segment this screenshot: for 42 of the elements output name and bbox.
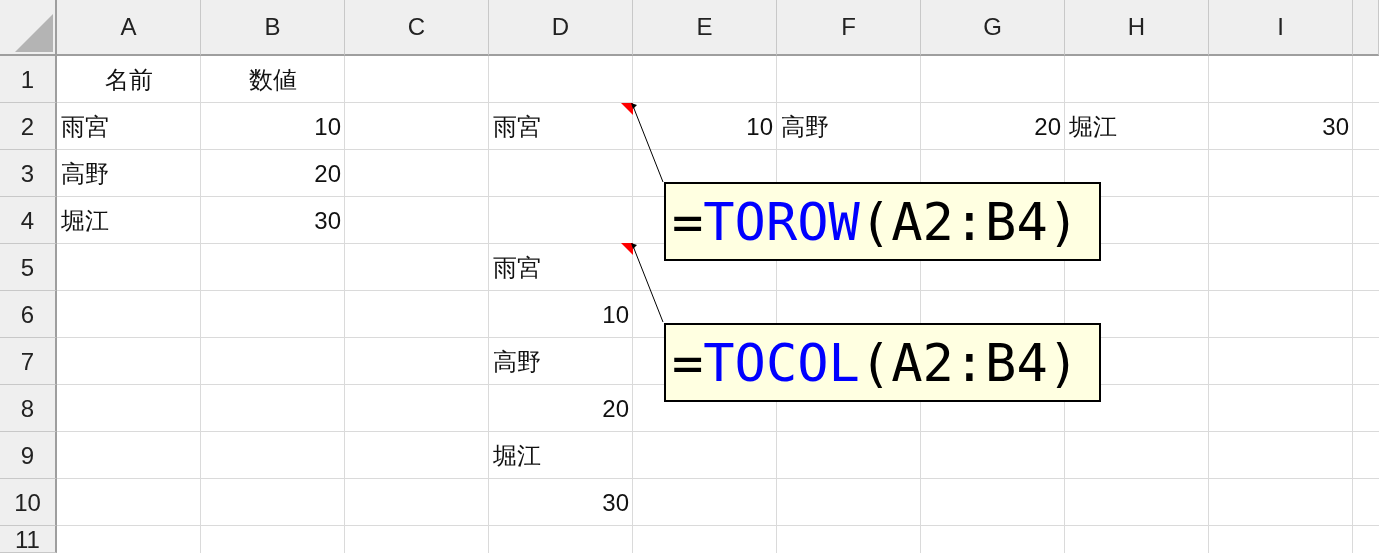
cell-text: 20 <box>314 159 341 188</box>
row-header[interactable]: 5 <box>0 244 57 291</box>
cell-text: 10 <box>602 300 629 329</box>
cell-text: 30 <box>602 488 629 517</box>
cell-text: 30 <box>1322 112 1349 141</box>
row-header[interactable]: 6 <box>0 291 57 338</box>
column-header[interactable]: H <box>1065 0 1209 56</box>
row-header[interactable]: 11 <box>0 526 57 553</box>
cell-text: 高野 <box>61 158 109 189</box>
row-header[interactable]: 9 <box>0 432 57 479</box>
row-header[interactable]: 1 <box>0 56 57 103</box>
column-header[interactable]: B <box>201 0 345 56</box>
cell-text: 堀江 <box>1069 111 1117 142</box>
row-header[interactable]: 8 <box>0 385 57 432</box>
column-header[interactable]: E <box>633 0 777 56</box>
cell-text: 10 <box>314 112 341 141</box>
formula-text: =TOROW(A2:B4) <box>672 191 1079 252</box>
cell-text: 30 <box>314 206 341 235</box>
cell-text: 雨宮 <box>61 111 109 142</box>
row-header[interactable]: 3 <box>0 150 57 197</box>
formula-text: =TOCOL(A2:B4) <box>672 332 1079 393</box>
row-header[interactable]: 4 <box>0 197 57 244</box>
row-header[interactable]: 7 <box>0 338 57 385</box>
cell-text: 高野 <box>493 346 541 377</box>
cell-text: 雨宮 <box>493 252 541 283</box>
cell-text: 数値 <box>249 64 297 95</box>
column-header[interactable]: I <box>1209 0 1353 56</box>
cell-text: 20 <box>1034 112 1061 141</box>
column-header[interactable]: D <box>489 0 633 56</box>
cell-text: 高野 <box>781 111 829 142</box>
cell-text: 雨宮 <box>493 111 541 142</box>
column-header[interactable]: G <box>921 0 1065 56</box>
cell-text: 10 <box>746 112 773 141</box>
cell-text: 堀江 <box>61 205 109 236</box>
column-header[interactable]: F <box>777 0 921 56</box>
cell-text: 名前 <box>105 64 153 95</box>
cell-text: 堀江 <box>493 440 541 471</box>
column-header[interactable]: C <box>345 0 489 56</box>
column-header[interactable]: A <box>57 0 201 56</box>
cell-text: 20 <box>602 394 629 423</box>
row-header[interactable]: 2 <box>0 103 57 150</box>
row-header[interactable]: 10 <box>0 479 57 526</box>
